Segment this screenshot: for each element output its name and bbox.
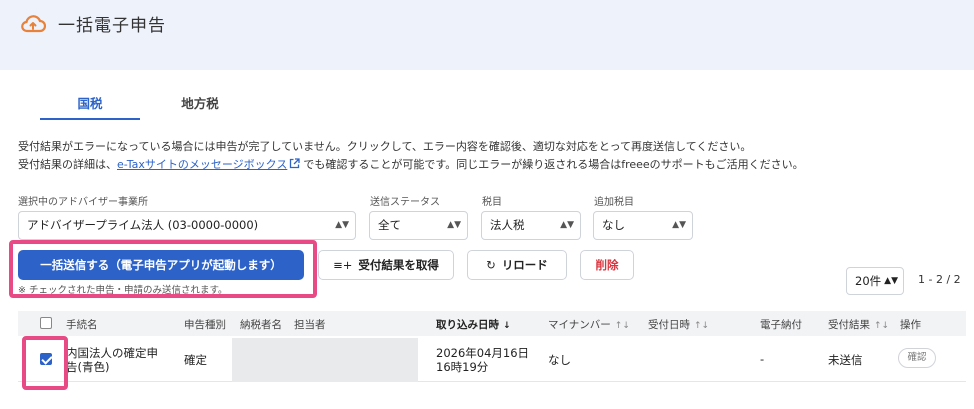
reload-icon: ↻ xyxy=(486,258,496,272)
row-procedure: 内国法人の確定申 告(青色) xyxy=(66,346,158,374)
tab-bar: 国税 地方税 xyxy=(40,96,250,120)
etax-messagebox-link[interactable]: e-Taxサイトのメッセージボックス xyxy=(117,158,287,171)
cloud-upload-icon xyxy=(21,15,46,33)
row-procedure-line-1: 内国法人の確定申 xyxy=(66,346,158,360)
notice-line-2: 受付結果の詳細は、e-Taxサイトのメッセージボックス でも確認することが可能です… xyxy=(18,156,804,172)
select-caret-icon: ▲▼ xyxy=(335,220,349,230)
row-result: 未送信 xyxy=(828,353,863,367)
sort-desc-icon: ↓ xyxy=(503,321,511,331)
additional-tax-select-value: なし xyxy=(602,218,625,232)
select-caret-icon: ▲▼ xyxy=(560,220,574,230)
highlight-bulk-send xyxy=(9,240,317,298)
col-received-at[interactable]: 受付日時 ↑↓ xyxy=(648,317,709,332)
col-imported-at[interactable]: 取り込み日時 ↓ xyxy=(436,317,511,332)
col-my-number-label: マイナンバー xyxy=(548,319,611,331)
tab-local-tax[interactable]: 地方税 xyxy=(150,96,250,120)
advisor-select[interactable]: アドバイザープライム法人 (03-0000-0000) ▲▼ xyxy=(18,211,356,240)
select-all-checkbox[interactable] xyxy=(40,317,52,329)
sort-icon: ↑↓ xyxy=(874,321,890,331)
notice-line-2-prefix: 受付結果の詳細は、 xyxy=(18,158,117,171)
status-select[interactable]: 全て ▲▼ xyxy=(369,211,468,240)
per-page-select[interactable]: 20件 ▲▼ xyxy=(846,267,904,295)
external-link-icon[interactable] xyxy=(289,158,300,169)
table-row: 内国法人の確定申 告(青色) 確定 2026年04月16日 16時19分 なし … xyxy=(18,336,966,382)
notice-line-2-suffix: でも確認することが可能です。同じエラーが繰り返される場合はfreeeのサポートも… xyxy=(303,158,804,171)
row-imported-at: 2026年04月16日 16時19分 xyxy=(436,346,529,374)
additional-tax-label: 追加税目 xyxy=(594,197,634,208)
list-add-icon: ≡+ xyxy=(333,258,353,272)
tax-item-label: 税目 xyxy=(482,197,502,208)
delete-button[interactable]: 削除 xyxy=(580,250,634,280)
fetch-results-label: 受付結果を取得 xyxy=(358,258,439,272)
page-header: 一括電子申告 xyxy=(0,0,974,70)
fetch-results-button[interactable]: ≡+ 受付結果を取得 xyxy=(318,250,454,280)
per-page-value: 20件 xyxy=(855,274,882,288)
notice-line-1: 受付結果がエラーになっている場合には申告が完了していません。クリックして、エラー… xyxy=(18,140,752,153)
col-procedure: 手続名 xyxy=(66,319,98,331)
status-label: 送信ステータス xyxy=(370,197,440,208)
col-imported-at-label: 取り込み日時 xyxy=(436,319,499,331)
row-procedure-line-2: 告(青色) xyxy=(66,360,110,374)
tab-national-tax[interactable]: 国税 xyxy=(40,96,140,120)
col-my-number[interactable]: マイナンバー ↑↓ xyxy=(548,317,630,332)
row-imported-time: 16時19分 xyxy=(436,360,489,374)
tax-item-select-value: 法人税 xyxy=(490,218,525,232)
additional-tax-select[interactable]: なし ▲▼ xyxy=(593,211,693,240)
reload-button[interactable]: ↻ リロード xyxy=(467,250,567,280)
row-imported-date: 2026年04月16日 xyxy=(436,346,530,360)
col-taxpayer: 納税者名 xyxy=(240,319,282,331)
tax-item-select[interactable]: 法人税 ▲▼ xyxy=(481,211,581,240)
col-filing-type: 申告種別 xyxy=(184,319,226,331)
col-operation: 操作 xyxy=(900,319,921,331)
col-result[interactable]: 受付結果 ↑↓ xyxy=(828,317,889,332)
row-my-number: なし xyxy=(548,353,571,367)
col-received-at-label: 受付日時 xyxy=(648,319,690,331)
row-filing-type: 確定 xyxy=(184,353,207,367)
select-caret-icon: ▲▼ xyxy=(672,220,686,230)
sort-icon: ↑↓ xyxy=(694,321,710,331)
col-person: 担当者 xyxy=(294,319,326,331)
page-title: 一括電子申告 xyxy=(58,16,166,36)
row-e-payment: - xyxy=(760,352,765,366)
select-caret-icon: ▲▼ xyxy=(447,220,461,230)
confirm-button[interactable]: 確認 xyxy=(898,348,936,368)
highlight-row-checkbox xyxy=(22,336,68,390)
table-header: 手続名 申告種別 納税者名 担当者 取り込み日時 ↓ マイナンバー ↑↓ 受付日時 ↑… xyxy=(18,311,966,336)
select-caret-icon: ▲▼ xyxy=(884,276,898,286)
reload-label: リロード xyxy=(501,258,548,272)
col-result-label: 受付結果 xyxy=(828,319,870,331)
advisor-select-value: アドバイザープライム法人 (03-0000-0000) xyxy=(27,218,259,232)
sort-icon: ↑↓ xyxy=(614,321,630,331)
pagination-range: 1 - 2 / 2 xyxy=(918,273,961,286)
col-e-payment: 電子納付 xyxy=(760,319,802,331)
advisor-label: 選択中のアドバイザー事業所 xyxy=(18,197,148,208)
status-select-value: 全て xyxy=(378,218,401,232)
masked-taxpayer-cell xyxy=(232,338,418,382)
